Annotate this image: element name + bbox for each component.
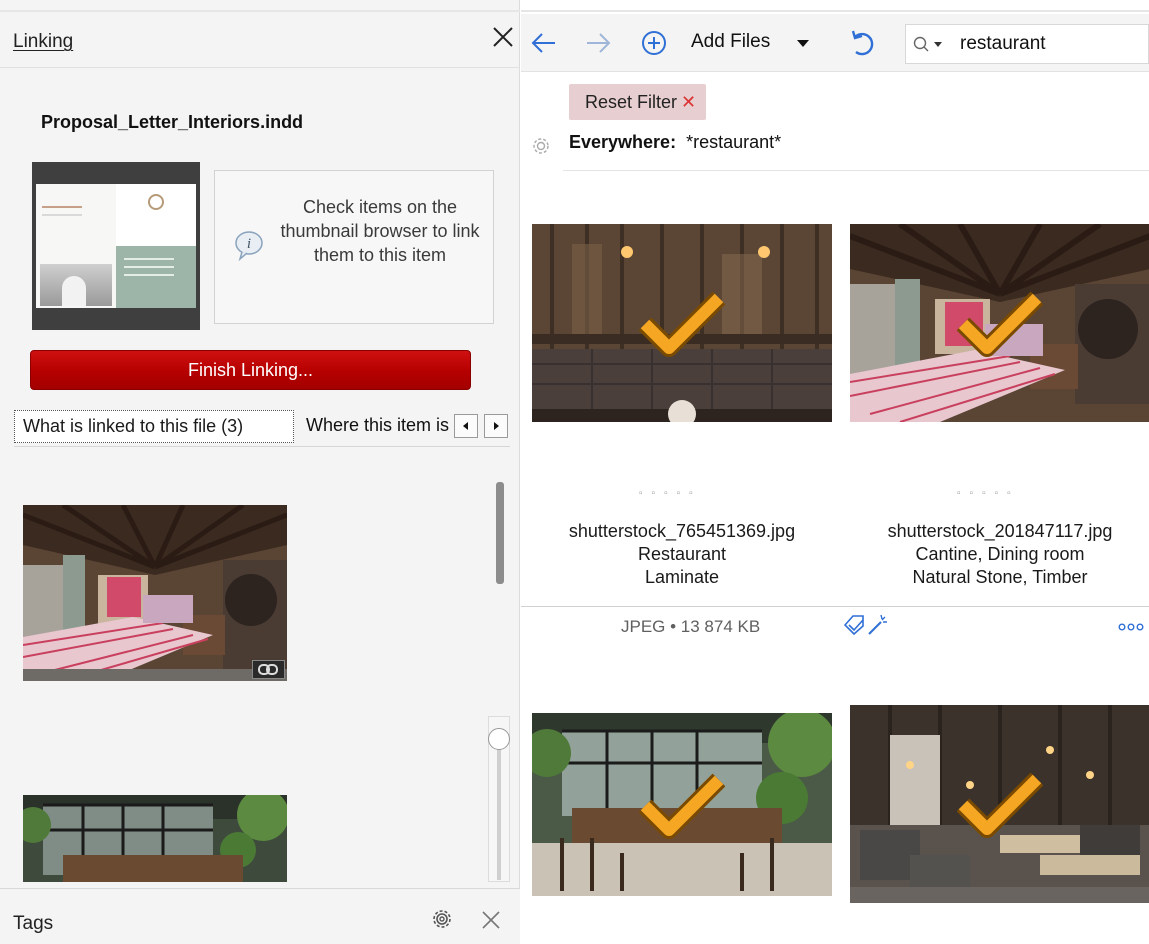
close-icon[interactable]: ✕: [681, 92, 696, 112]
linked-list-scrollbar[interactable]: [496, 482, 504, 584]
linking-tabs: What is linked to this file (3) Where th…: [14, 410, 510, 444]
linked-file-name: Proposal_Letter_Interiors.indd: [41, 112, 304, 132]
arrow-left-icon[interactable]: [529, 28, 559, 58]
thumbnail-tag-line: Natural Stone, Timber: [912, 567, 1088, 587]
close-icon[interactable]: [490, 24, 516, 50]
plus-circle-icon: [642, 31, 666, 55]
checkmark-icon: [957, 291, 1043, 357]
linking-panel-title: Linking: [13, 31, 74, 52]
browser-top-divider: [521, 10, 1149, 12]
zoom-slider-rail: [497, 740, 501, 880]
search-box[interactable]: [905, 24, 1149, 64]
linking-panel: Linking Proposal_Letter_Interiors.indd i…: [0, 0, 520, 944]
checkmark-icon: [639, 773, 725, 839]
tab-scroll-left-button[interactable]: [454, 414, 478, 438]
filter-divider: [563, 170, 1149, 171]
thumbnail-tag-line: Laminate: [644, 567, 720, 587]
thumbnail-caption: shutterstock_201847117.jpg Cantine, Dini…: [850, 520, 1149, 589]
info-bubble-icon: i: [235, 231, 263, 261]
arrow-right-icon[interactable]: [583, 28, 613, 58]
document-thumbnail: [32, 162, 200, 330]
gear-icon[interactable]: [531, 136, 551, 156]
rating-dots[interactable]: ▫▫▫▫▫: [957, 488, 1020, 499]
tab-scroll-right-button[interactable]: [484, 414, 508, 438]
linked-items-list: [12, 450, 512, 882]
linking-info-box: i Check items on the thumbnail browser t…: [214, 170, 494, 324]
thumbnail-tag-line: Restaurant: [637, 544, 727, 564]
panel-top-divider: [0, 10, 520, 12]
thumbnail-item[interactable]: [532, 224, 832, 422]
rating-dots[interactable]: ▫▫▫▫▫: [639, 488, 702, 499]
thumbnail-browser: Add Files Reset Filter✕ Everywhere: *res…: [521, 0, 1149, 944]
search-input[interactable]: [960, 29, 1140, 59]
linked-item-thumbnail[interactable]: [23, 505, 287, 681]
zoom-slider-handle[interactable]: [488, 728, 510, 750]
triangle-right-icon: [494, 422, 499, 430]
triangle-left-icon: [463, 422, 468, 430]
linking-panel-header: Linking: [0, 14, 520, 68]
link-icon: [252, 660, 285, 679]
add-files-button[interactable]: Add Files: [639, 28, 819, 58]
restaurant-bar-image: [23, 795, 287, 882]
search-icon[interactable]: [912, 35, 946, 55]
finish-linking-button[interactable]: Finish Linking...: [30, 350, 471, 390]
thumbnail-item[interactable]: [532, 713, 832, 896]
checkmark-icon: [639, 291, 725, 357]
tabs-divider: [14, 446, 510, 447]
tab-what-is-linked[interactable]: What is linked to this file (3): [14, 410, 294, 443]
linking-info-text: Check items on the thumbnail browser to …: [280, 197, 480, 265]
tab-where-used[interactable]: Where this item is used: [298, 410, 462, 443]
file-meta-info: JPEG • 13 874 KB: [621, 617, 761, 636]
restaurant-cantine-image: [23, 505, 287, 681]
thumbnail-item[interactable]: [850, 705, 1149, 903]
thumbnail-item[interactable]: [850, 224, 1149, 422]
filter-query: *restaurant*: [686, 132, 782, 152]
checkmark-icon: [957, 772, 1043, 838]
close-icon[interactable]: [480, 909, 502, 931]
gear-icon[interactable]: [430, 907, 454, 931]
linked-item-thumbnail[interactable]: [23, 795, 287, 882]
more-dots-icon[interactable]: [1117, 620, 1145, 634]
filter-description: Everywhere: *restaurant*: [569, 132, 781, 153]
add-files-label: Add Files: [691, 31, 771, 52]
document-page-preview: [36, 184, 196, 308]
reset-filter-label: Reset Filter: [585, 92, 678, 112]
chevron-down-icon[interactable]: [797, 40, 809, 47]
thumbnail-caption: shutterstock_765451369.jpg Restaurant La…: [532, 520, 832, 589]
thumbnail-tag-line: Cantine, Dining room: [915, 544, 1085, 564]
filter-scope-label: Everywhere:: [569, 132, 677, 152]
reset-filter-button[interactable]: Reset Filter ✕: [569, 84, 707, 120]
svg-text:i: i: [247, 236, 251, 252]
tag-edit-icon[interactable]: [841, 612, 889, 638]
tags-panel-title: Tags: [13, 913, 54, 934]
undo-icon[interactable]: [847, 28, 877, 58]
row-divider: [521, 606, 1149, 607]
browser-toolbar: Add Files: [521, 14, 1149, 72]
thumbnail-filename: shutterstock_765451369.jpg: [568, 521, 796, 541]
tags-panel-header: Tags: [0, 888, 520, 944]
thumbnail-filename: shutterstock_201847117.jpg: [887, 521, 1113, 541]
